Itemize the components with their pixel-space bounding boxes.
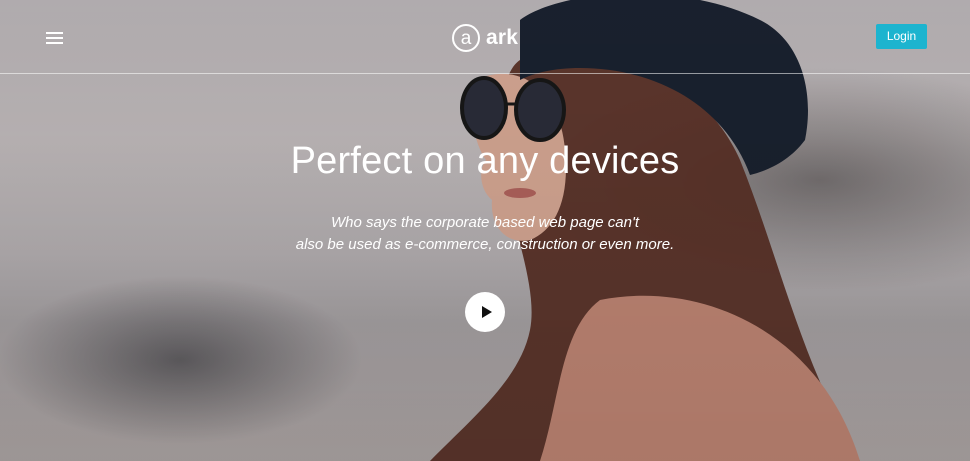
play-video-button[interactable]	[465, 292, 505, 332]
hero-section: a ark Login Perfect on any devices Who s…	[0, 0, 970, 461]
login-button[interactable]: Login	[876, 24, 927, 49]
play-icon	[481, 306, 492, 318]
top-navigation-bar: a ark Login	[0, 0, 970, 74]
hero-subtitle-line-2: also be used as e-commerce, construction…	[295, 236, 675, 253]
logo-text: ark	[486, 25, 519, 49]
lips-shape	[504, 188, 536, 198]
hamburger-menu-icon[interactable]	[46, 32, 63, 44]
shoulder-shape	[540, 295, 860, 461]
hero-subtitle-line-1: Who says the corporate based web page ca…	[330, 214, 640, 231]
brand-logo[interactable]: a ark	[452, 22, 518, 53]
hero-subtitle: Who says the corporate based web page ca…	[0, 212, 970, 256]
hero-title: Perfect on any devices	[290, 140, 680, 182]
logo-mark: a	[452, 23, 480, 52]
